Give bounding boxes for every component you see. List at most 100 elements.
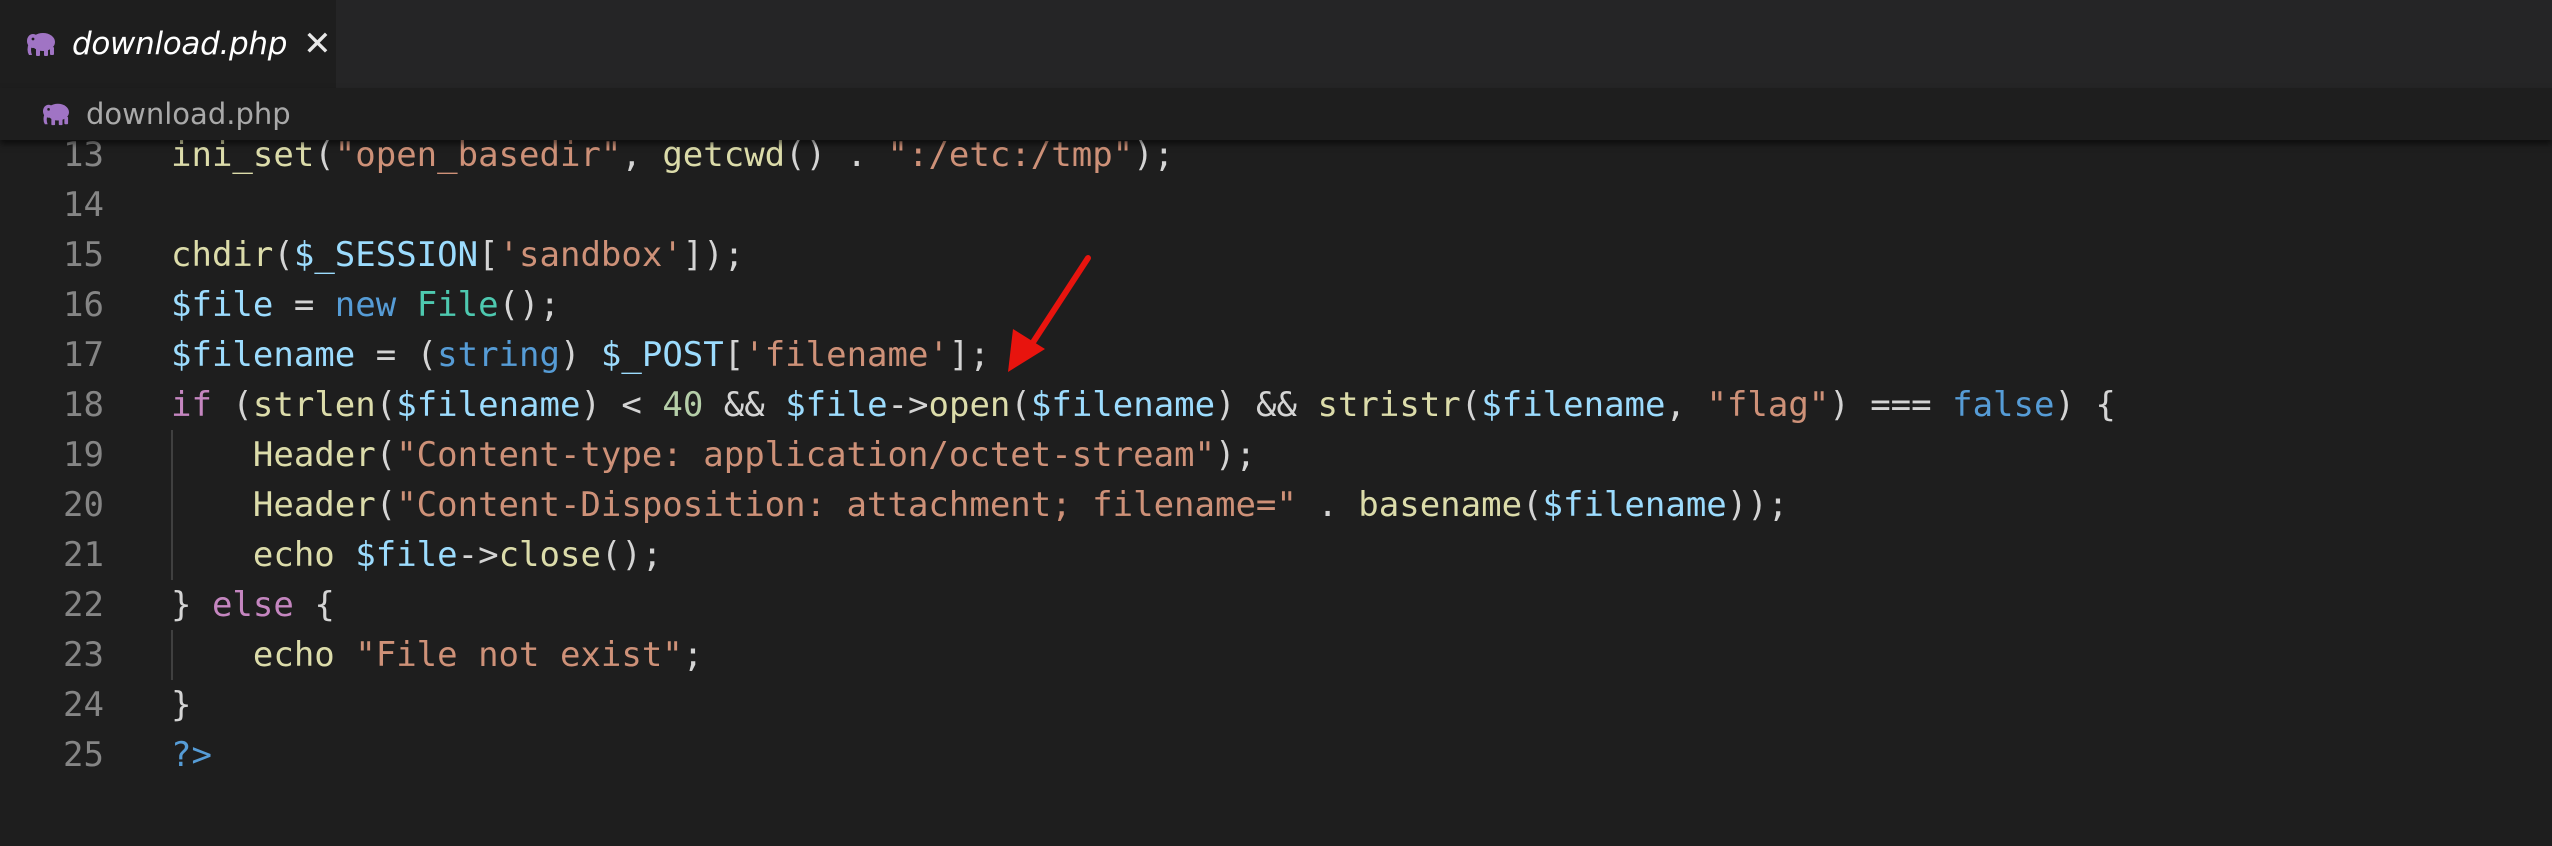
line-number: 24	[63, 685, 104, 725]
code-text: $filename = (string) $_POST['filename'];	[171, 330, 990, 380]
code-token: new	[334, 285, 397, 325]
code-text: echo $file->close();	[171, 530, 662, 580]
code-token: $filename	[1030, 385, 1216, 425]
code-token: ,	[621, 140, 663, 175]
code-token: =	[273, 285, 335, 325]
code-token: ) <	[580, 385, 663, 425]
code-token: "Content-type: application/octet-stream"	[396, 435, 1215, 475]
code-text: Header("Content-type: application/octet-…	[171, 430, 1256, 480]
line-number: 20	[63, 485, 104, 525]
code-token: basename	[1358, 485, 1523, 525]
tab-label: download.php	[72, 26, 288, 62]
code-token: "Content-Disposition: attachment; filena…	[396, 485, 1297, 525]
code-token: () .	[785, 140, 888, 175]
code-text: chdir($_SESSION['sandbox']);	[171, 230, 744, 280]
code-token: }	[171, 585, 212, 625]
code-text: if (strlen($filename) < 40 && $file->ope…	[171, 380, 2116, 430]
line-number: 14	[63, 185, 104, 225]
code-token: ini_set	[171, 140, 315, 175]
code-text: $file = new File();	[171, 280, 560, 330]
close-icon[interactable]: ✕	[303, 27, 332, 61]
code-token: $filename	[1481, 385, 1666, 425]
code-token: (	[375, 385, 397, 425]
code-token: chdir	[171, 235, 274, 275]
code-token: ->	[887, 385, 929, 425]
code-token: $filename	[1542, 485, 1727, 525]
code-token: File	[416, 285, 499, 325]
code-line[interactable]: 20 Header("Content-Disposition: attachme…	[0, 480, 2552, 530]
code-line[interactable]: 22} else {	[0, 580, 2552, 630]
code-token: .	[1296, 485, 1359, 525]
code-text: }	[171, 680, 191, 730]
code-line[interactable]: 23 echo "File not exist";	[0, 630, 2552, 680]
code-token: ->	[457, 535, 499, 575]
code-token: echo	[252, 635, 335, 675]
code-line[interactable]: 17 $filename = (string) $_POST['filename'…	[0, 330, 2552, 380]
code-line[interactable]: 18 if (strlen($filename) < 40 && $file->o…	[0, 380, 2552, 430]
code-token: ) ===	[1829, 385, 1953, 425]
code-token: Header	[252, 435, 376, 475]
code-token: }	[171, 685, 192, 725]
code-text: Header("Content-Disposition: attachment;…	[171, 480, 1788, 530]
code-token: $filename	[171, 335, 356, 375]
code-token: (	[273, 235, 294, 275]
code-line[interactable]: 16 $file = new File();	[0, 280, 2552, 330]
code-token: 'sandbox'	[498, 235, 683, 275]
code-token: (	[211, 385, 253, 425]
code-token: "open_basedir"	[334, 140, 622, 175]
code-token: $file	[785, 385, 888, 425]
code-token: ?>	[171, 735, 212, 775]
code-token: ();	[600, 535, 663, 575]
code-token: 'filename'	[744, 335, 949, 375]
code-text: ini_set("open_basedir", getcwd() . ":/et…	[171, 140, 1174, 180]
code-token: );	[1215, 435, 1256, 475]
code-line[interactable]: 14	[0, 180, 2552, 230]
code-line[interactable]: 24}	[0, 680, 2552, 730]
code-token: else	[211, 585, 294, 625]
tab-download-php[interactable]: download.php ✕	[0, 0, 336, 88]
code-token: $_POST	[600, 335, 724, 375]
code-token: [	[723, 335, 745, 375]
code-text: ?>	[171, 730, 212, 780]
code-token: )	[559, 335, 601, 375]
line-number: 21	[63, 535, 104, 575]
line-number: 22	[63, 585, 104, 625]
code-token: = (	[355, 335, 438, 375]
code-token: close	[498, 535, 601, 575]
breadcrumb-file[interactable]: download.php	[86, 97, 291, 131]
code-line[interactable]: 15 chdir($_SESSION['sandbox']);	[0, 230, 2552, 280]
code-token: ,	[1665, 385, 1707, 425]
code-token: ;	[682, 635, 704, 675]
code-line[interactable]: 25 ?>	[0, 730, 2552, 780]
code-token: getcwd	[662, 140, 786, 175]
line-number: 16	[63, 285, 104, 325]
code-token: false	[1952, 385, 2055, 425]
line-number: 13	[63, 140, 104, 175]
code-token: if	[171, 385, 212, 425]
code-token: Header	[252, 485, 376, 525]
line-number: 25	[63, 735, 104, 775]
code-editor[interactable]: 13 ini_set("open_basedir", getcwd() . ":/…	[0, 140, 2552, 846]
code-text: echo "File not exist";	[171, 630, 703, 680]
code-token: (	[314, 140, 335, 175]
code-token: 40	[662, 385, 704, 425]
code-line[interactable]: 21 echo $file->close();	[0, 530, 2552, 580]
code-line[interactable]: 19 Header("Content-type: application/oct…	[0, 430, 2552, 480]
code-token: open	[928, 385, 1011, 425]
code-token: strlen	[252, 385, 376, 425]
code-token: $file	[355, 535, 458, 575]
code-token: string	[437, 335, 560, 375]
line-number: 17	[63, 335, 104, 375]
code-token: (	[1010, 385, 1031, 425]
code-token: $file	[171, 285, 274, 325]
code-line[interactable]: 13 ini_set("open_basedir", getcwd() . ":/…	[0, 140, 2552, 180]
line-number: 23	[63, 635, 104, 675]
code-token: (	[375, 435, 397, 475]
code-token: "flag"	[1706, 385, 1830, 425]
